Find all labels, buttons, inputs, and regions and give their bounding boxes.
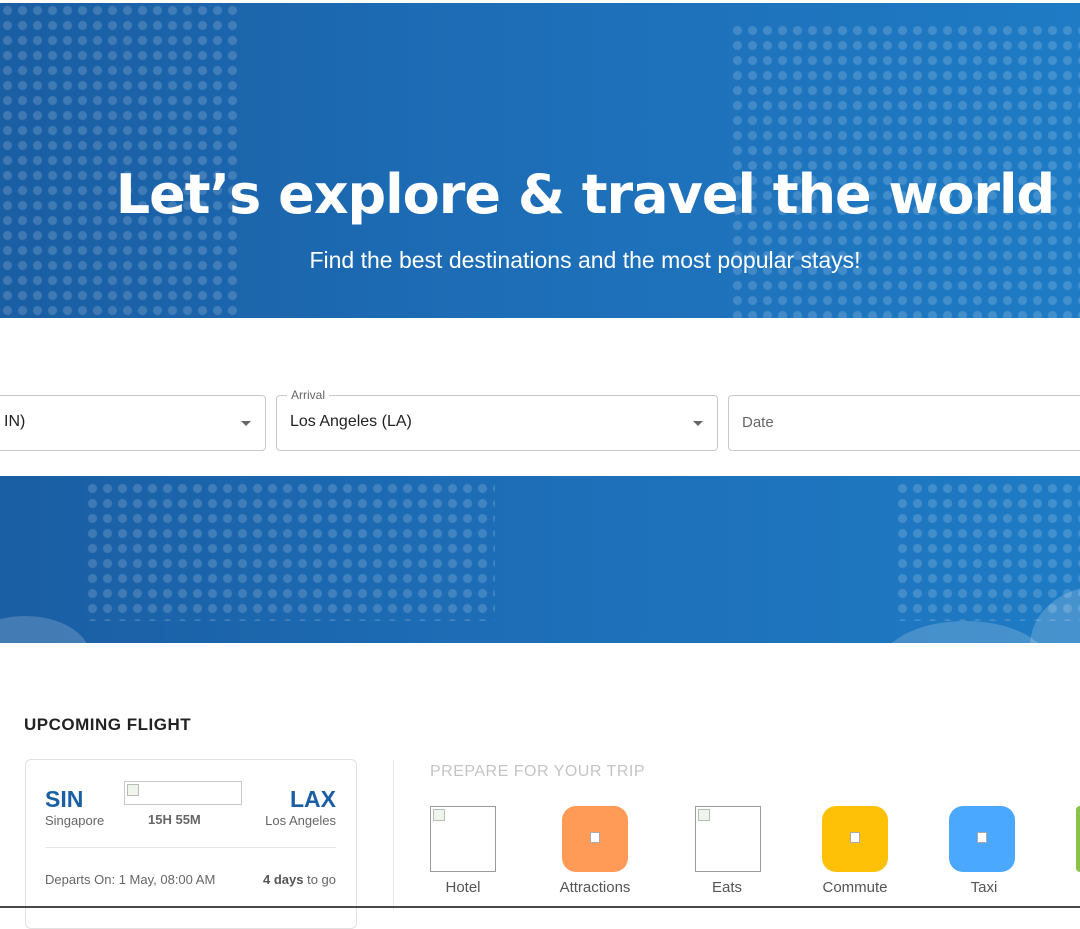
hotel-icon[interactable] xyxy=(430,806,496,872)
days-to-go: 4 days to go xyxy=(263,872,336,887)
eats-icon[interactable] xyxy=(695,806,761,872)
upcoming-flight-heading: UPCOMING FLIGHT xyxy=(24,715,192,734)
cloud-left xyxy=(0,616,90,643)
eats-label[interactable]: Eats xyxy=(677,879,777,896)
broken-image-icon xyxy=(127,784,139,796)
card-divider xyxy=(45,847,336,848)
hero-title: Let’s explore & travel the world xyxy=(115,163,1055,226)
origin-code: SIN xyxy=(45,786,84,812)
image-glyph-icon xyxy=(977,832,987,843)
arrival-value: Los Angeles (LA) xyxy=(290,413,412,430)
broken-image-icon xyxy=(698,809,710,821)
broken-image-icon xyxy=(433,809,445,821)
destination-city: Los Angeles xyxy=(265,813,336,828)
destination-code: LAX xyxy=(290,786,336,812)
departure-select[interactable]: IN) xyxy=(0,395,266,451)
hero-subtitle: Find the best destinations and the most … xyxy=(309,247,861,273)
date-input[interactable]: Date xyxy=(728,395,1080,451)
chevron-down-icon xyxy=(241,421,251,426)
days-count: 4 days xyxy=(262,872,304,887)
image-glyph-icon xyxy=(590,832,600,843)
section-divider xyxy=(393,760,394,910)
departure-time: Departs On: 1 May, 08:00 AM xyxy=(45,872,216,887)
hotel-label[interactable]: Hotel xyxy=(413,879,513,896)
commute-label[interactable]: Commute xyxy=(805,879,905,896)
arrival-label: Arrival xyxy=(287,388,330,402)
attractions-icon[interactable] xyxy=(562,806,628,872)
date-placeholder: Date xyxy=(742,414,774,431)
prepare-trip-heading: PREPARE FOR YOUR TRIP xyxy=(430,763,645,780)
commute-icon[interactable] xyxy=(822,806,888,872)
cloud-right xyxy=(880,621,1050,643)
taxi-label[interactable]: Taxi xyxy=(934,879,1034,896)
hero-banner: Let’s explore & travel the world Find th… xyxy=(0,3,1080,318)
chevron-down-icon xyxy=(693,421,703,426)
world-map-dots-band-left xyxy=(85,481,495,621)
world-map-dots-band-right xyxy=(895,481,1080,621)
origin-city: Singapore xyxy=(45,813,105,828)
decorative-band xyxy=(0,476,1080,643)
days-suffix: to go xyxy=(303,872,336,887)
flight-card[interactable]: SIN Singapore 15H 55M LAX Los Angeles De… xyxy=(25,759,357,929)
plane-image xyxy=(124,781,242,805)
arrival-select[interactable]: Arrival Los Angeles (LA) xyxy=(276,388,718,451)
attractions-label[interactable]: Attractions xyxy=(545,879,645,896)
taxi-icon[interactable] xyxy=(949,806,1015,872)
flight-duration: 15H 55M xyxy=(148,812,201,827)
departure-value: IN) xyxy=(4,413,26,430)
image-glyph-icon xyxy=(850,832,860,843)
partial-tile-icon[interactable] xyxy=(1076,806,1080,872)
